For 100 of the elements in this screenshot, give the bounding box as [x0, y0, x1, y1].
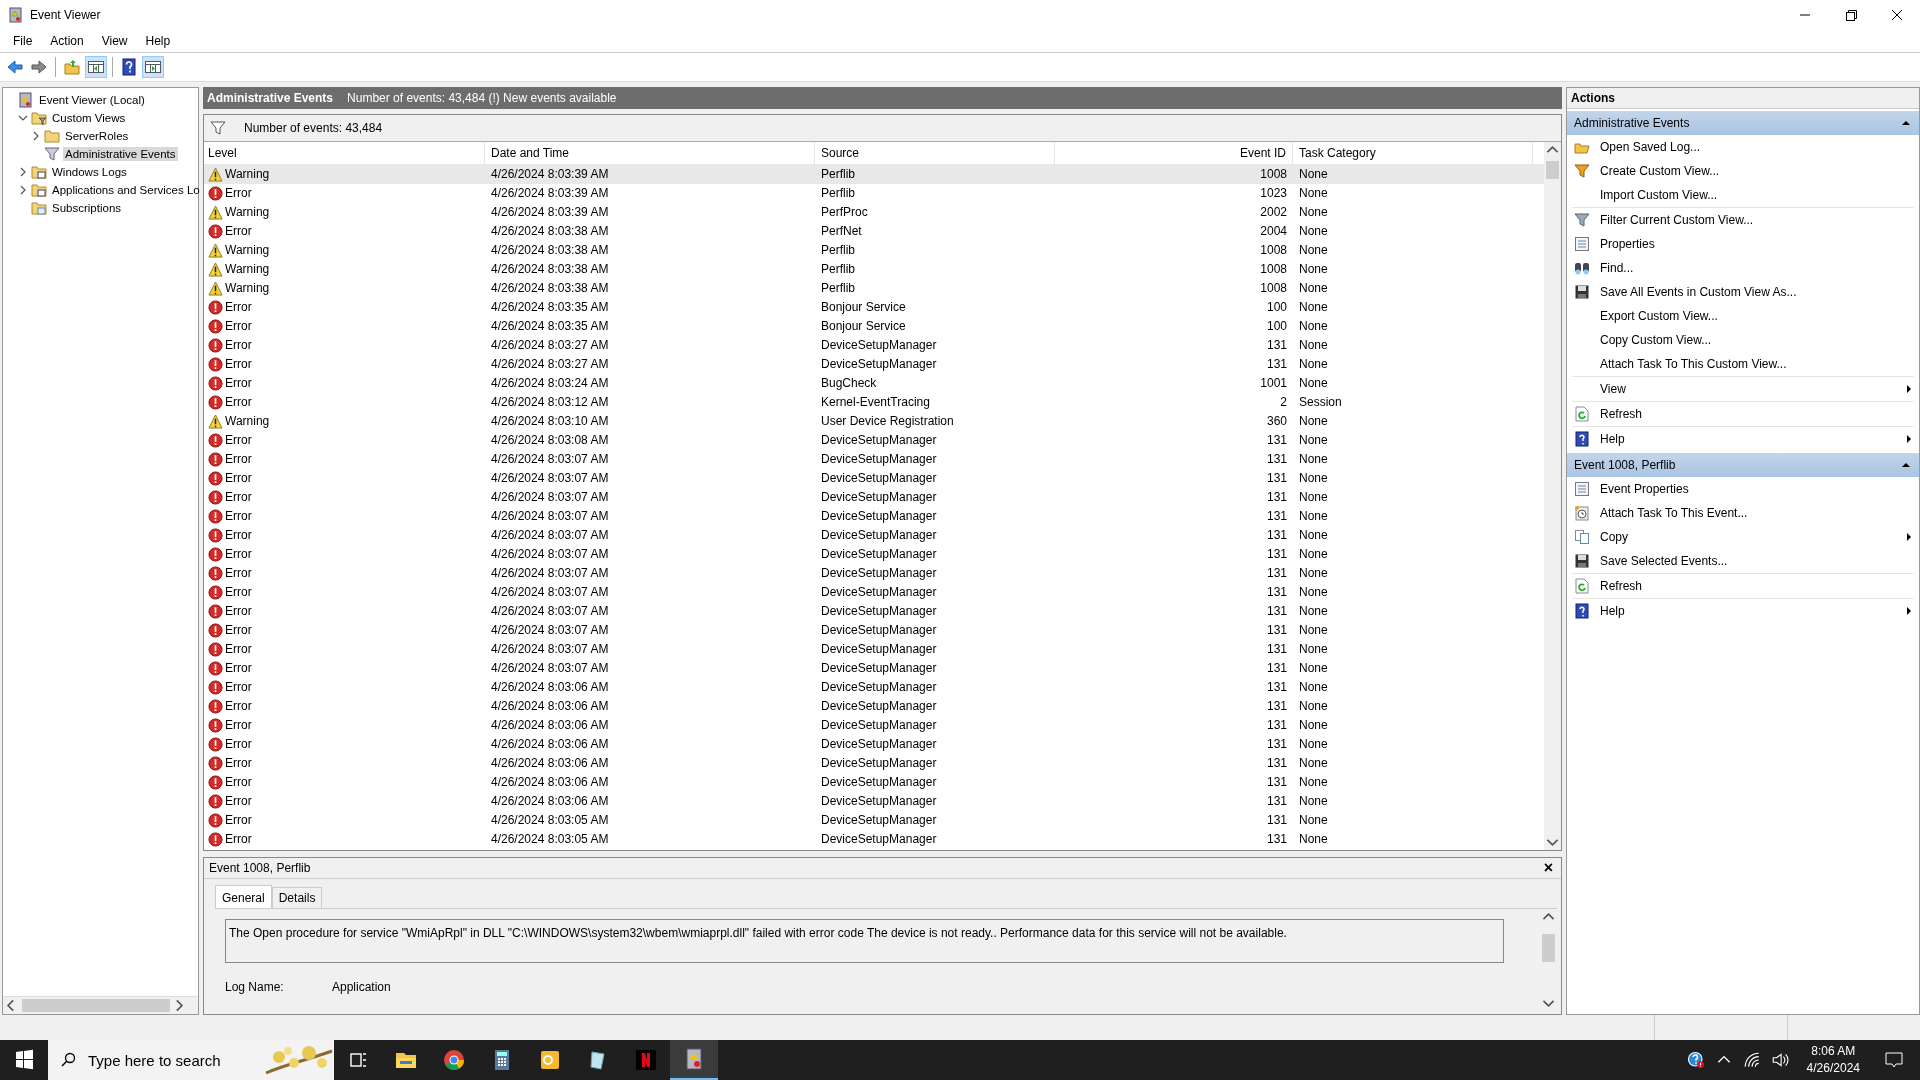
section-header[interactable]: Administrative Events: [1567, 111, 1919, 135]
event-row[interactable]: Error 4/26/2024 8:03:24 AM BugCheck 1001 None: [204, 373, 1544, 393]
event-row[interactable]: Error 4/26/2024 8:03:05 AM DeviceSetupManager 131 None: [204, 829, 1544, 849]
scrollbar-thumb[interactable]: [22, 999, 170, 1012]
tree-item[interactable]: Event Viewer (Local): [37, 93, 147, 107]
event-row[interactable]: Warning 4/26/2024 8:03:38 AM Perflib 1008 None: [204, 259, 1544, 279]
event-row[interactable]: Error 4/26/2024 8:03:35 AM Bonjour Service 100 None: [204, 316, 1544, 336]
event-row[interactable]: Warning 4/26/2024 8:03:38 AM Perflib 1008 None: [204, 278, 1544, 298]
event-row[interactable]: Error 4/26/2024 8:03:07 AM DeviceSetupManager 131 None: [204, 582, 1544, 602]
notification-icon[interactable]: [1884, 1050, 1904, 1070]
event-row[interactable]: Error 4/26/2024 8:03:07 AM DeviceSetupManager 131 None: [204, 525, 1544, 545]
column-header[interactable]: Event ID: [1055, 141, 1293, 164]
event-row[interactable]: Error 4/26/2024 8:03:12 AM Kernel-EventTracing 2 Session: [204, 392, 1544, 412]
table-cell-text: None: [1298, 338, 1329, 353]
chevron-down-icon[interactable]: [18, 113, 28, 123]
collapse-icon[interactable]: [1901, 460, 1911, 470]
log-book-icon[interactable]: [670, 1040, 718, 1080]
task-link[interactable]: Save All Events in Custom View As...: [1600, 285, 1797, 299]
event-row[interactable]: Error 4/26/2024 8:03:07 AM DeviceSetupManager 131 None: [204, 639, 1544, 659]
task-link[interactable]: Copy Custom View...: [1600, 333, 1712, 347]
task-link[interactable]: Properties: [1600, 237, 1655, 251]
event-row[interactable]: Error 4/26/2024 8:03:07 AM DeviceSetupManager 131 None: [204, 620, 1544, 640]
pane-icon[interactable]: [85, 56, 107, 78]
task-link[interactable]: Attach Task To This Event...: [1600, 506, 1748, 520]
task-link[interactable]: Copy: [1600, 530, 1628, 544]
event-row[interactable]: Error 4/26/2024 8:03:07 AM DeviceSetupManager 131 None: [204, 544, 1544, 564]
task-link[interactable]: View: [1600, 382, 1626, 396]
task-link[interactable]: Export Custom View...: [1600, 309, 1718, 323]
task-link[interactable]: Refresh: [1600, 579, 1643, 593]
event-row[interactable]: Error 4/26/2024 8:03:06 AM DeviceSetupManager 131 None: [204, 753, 1544, 773]
task-link[interactable]: Refresh: [1600, 407, 1643, 421]
event-row[interactable]: Error 4/26/2024 8:03:38 AM PerfNet 2004 None: [204, 221, 1544, 241]
event-row[interactable]: Error 4/26/2024 8:03:06 AM DeviceSetupManager 131 None: [204, 696, 1544, 716]
event-row[interactable]: Error 4/26/2024 8:03:07 AM DeviceSetupManager 131 None: [204, 563, 1544, 583]
column-header[interactable]: Level: [204, 141, 485, 164]
event-row[interactable]: Error 4/26/2024 8:03:07 AM DeviceSetupManager 131 None: [204, 468, 1544, 488]
event-row[interactable]: Error 4/26/2024 8:03:35 AM Bonjour Service 100 None: [204, 297, 1544, 317]
table-cell-text: 131: [1265, 585, 1288, 600]
chevron-right-icon[interactable]: [31, 131, 41, 141]
event-row[interactable]: Error 4/26/2024 8:03:07 AM DeviceSetupManager 131 None: [204, 658, 1544, 678]
scrollbar-thumb[interactable]: [1542, 934, 1555, 963]
collapse-icon[interactable]: [1901, 118, 1911, 128]
column-header[interactable]: Date and Time: [485, 141, 815, 164]
event-row[interactable]: Error 4/26/2024 8:03:06 AM DeviceSetupManager 131 None: [204, 772, 1544, 792]
event-row[interactable]: Error 4/26/2024 8:03:06 AM DeviceSetupManager 131 None: [204, 677, 1544, 697]
search-field[interactable]: Type here to search: [48, 1040, 334, 1080]
scrollbar-thumb[interactable]: [1546, 160, 1559, 179]
tree-item[interactable]: ServerRoles: [63, 129, 131, 143]
task-link[interactable]: Save Selected Events...: [1600, 554, 1728, 568]
wifi-icon[interactable]: [1742, 1051, 1761, 1069]
menu-item[interactable]: Action: [41, 32, 93, 50]
column-header[interactable]: Task Category: [1293, 141, 1533, 164]
event-row[interactable]: Error 4/26/2024 8:03:08 AM DeviceSetupManager 131 None: [204, 430, 1544, 450]
task-link[interactable]: Create Custom View...: [1600, 164, 1720, 178]
pane-icon[interactable]: [142, 56, 164, 78]
task-link[interactable]: Help: [1600, 432, 1625, 446]
section-title: Event 1008, Perflib: [1574, 458, 1676, 472]
close-button[interactable]: ×: [1535, 859, 1561, 878]
table-cell: Error: [225, 737, 252, 752]
event-row[interactable]: Warning 4/26/2024 8:03:39 AM PerfProc 2002 None: [204, 202, 1544, 222]
tree-item[interactable]: Windows Logs: [50, 165, 129, 179]
event-row[interactable]: Error 4/26/2024 8:03:05 AM DeviceSetupManager 131 None: [204, 810, 1544, 830]
chevron-right-icon[interactable]: [18, 185, 28, 195]
task-link[interactable]: Open Saved Log...: [1600, 140, 1701, 154]
volume-icon[interactable]: [1770, 1051, 1789, 1069]
clock[interactable]: 8:06 AM 4/26/2024: [1798, 1043, 1868, 1077]
tree-item[interactable]: Applications and Services Lo: [50, 183, 202, 197]
event-row[interactable]: Error 4/26/2024 8:03:27 AM DeviceSetupManager 131 None: [204, 354, 1544, 374]
tree-item[interactable]: Custom Views: [50, 111, 128, 125]
menu-item[interactable]: View: [92, 32, 137, 50]
tab[interactable]: General: [215, 885, 272, 909]
task-link[interactable]: Filter Current Custom View...: [1600, 213, 1754, 227]
event-row[interactable]: Error 4/26/2024 8:03:39 AM Perflib 1023 None: [204, 183, 1544, 203]
tab[interactable]: Details: [271, 887, 323, 909]
menu-item[interactable]: File: [4, 32, 42, 50]
event-row[interactable]: Warning 4/26/2024 8:03:10 AM User Device Registration 360 None: [204, 411, 1544, 431]
task-link[interactable]: Attach Task To This Custom View...: [1600, 357, 1787, 371]
table-cell: Error: [225, 300, 252, 315]
task-link[interactable]: Import Custom View...: [1600, 188, 1718, 202]
tree-item[interactable]: Administrative Events: [63, 147, 178, 161]
event-row[interactable]: Error 4/26/2024 8:03:06 AM DeviceSetupManager 131 None: [204, 791, 1544, 811]
menu-item[interactable]: Help: [136, 32, 180, 50]
tree-item[interactable]: Subscriptions: [50, 201, 124, 215]
event-row[interactable]: Error 4/26/2024 8:03:06 AM DeviceSetupManager 131 None: [204, 715, 1544, 735]
event-row[interactable]: Error 4/26/2024 8:03:07 AM DeviceSetupManager 131 None: [204, 506, 1544, 526]
event-row[interactable]: Error 4/26/2024 8:03:07 AM DeviceSetupManager 131 None: [204, 487, 1544, 507]
column-header[interactable]: Source: [815, 141, 1055, 164]
section-header[interactable]: Event 1008, Perflib: [1567, 453, 1919, 477]
event-row[interactable]: Error 4/26/2024 8:03:07 AM DeviceSetupManager 131 None: [204, 601, 1544, 621]
task-link[interactable]: Event Properties: [1600, 482, 1689, 496]
task-link[interactable]: Find...: [1600, 261, 1634, 275]
event-row[interactable]: Error 4/26/2024 8:03:06 AM DeviceSetupManager 131 None: [204, 734, 1544, 754]
event-row[interactable]: Warning 4/26/2024 8:03:38 AM Perflib 1008 None: [204, 240, 1544, 260]
chevron-right-icon[interactable]: [18, 167, 28, 177]
help-alert-icon[interactable]: [1686, 1051, 1705, 1069]
vertical-scrollbar[interactable]: [1544, 141, 1561, 851]
horizontal-scrollbar[interactable]: [3, 996, 198, 1014]
event-row[interactable]: Error 4/26/2024 8:03:27 AM DeviceSetupManager 131 None: [204, 335, 1544, 355]
event-row[interactable]: Error 4/26/2024 8:03:07 AM DeviceSetupManager 131 None: [204, 449, 1544, 469]
task-link[interactable]: Help: [1600, 604, 1625, 618]
